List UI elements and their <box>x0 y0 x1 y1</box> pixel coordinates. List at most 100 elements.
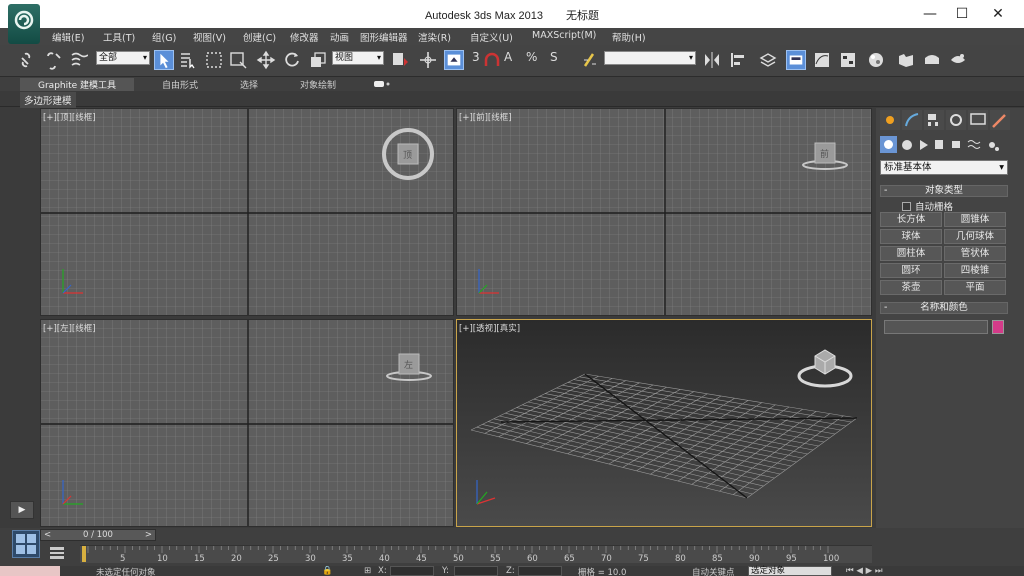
viewport-front[interactable]: [+][前][线框] 前 <box>456 108 872 316</box>
edit-named-selection-icon[interactable] <box>580 50 600 70</box>
cone-button[interactable]: 圆锥体 <box>944 212 1006 227</box>
pivot-center-icon[interactable] <box>390 50 410 70</box>
menu-edit[interactable]: 编辑(E) <box>52 30 84 44</box>
viewport-label-left[interactable]: [+][左][线框] <box>43 322 96 334</box>
helpers-icon[interactable] <box>952 141 960 148</box>
track-bar[interactable]: 5 10 15 20 25 30 35 40 45 50 55 60 65 70 75 80 85 90 95 100 <box>80 545 872 564</box>
close-button[interactable]: ✕ <box>980 0 1016 28</box>
menu-customize[interactable]: 自定义(U) <box>470 30 513 44</box>
category-dropdown[interactable]: 标准基本体 ▾ <box>880 160 1008 175</box>
lock-selection-icon[interactable]: 🔒 <box>322 566 333 576</box>
motion-tab-icon[interactable] <box>946 110 966 130</box>
time-slider-next[interactable]: > <box>145 530 152 540</box>
viewport-label-top[interactable]: [+][顶][线框] <box>43 111 96 123</box>
ribbon-options-icon[interactable] <box>374 80 392 88</box>
playback-controls[interactable]: ⏮ ◀ ▶ ⏭ <box>846 566 882 576</box>
tab-freeform[interactable]: 自由形式 <box>162 78 198 91</box>
box-button[interactable]: 长方体 <box>880 212 942 227</box>
snap-magnet-icon[interactable] <box>482 50 502 70</box>
select-by-name-icon[interactable] <box>178 50 198 70</box>
schematic-view-icon[interactable] <box>838 50 858 70</box>
shapes-icon[interactable] <box>902 140 912 150</box>
move-icon[interactable] <box>256 50 276 70</box>
menu-graph-editors[interactable]: 图形编辑器 <box>360 30 408 44</box>
cylinder-button[interactable]: 圆柱体 <box>880 246 942 261</box>
viewport-perspective[interactable]: [+][透视][真实] <box>456 319 872 527</box>
tab-object-paint[interactable]: 对象绘制 <box>300 78 336 91</box>
teapot-button[interactable]: 茶壶 <box>880 280 942 295</box>
menu-animation[interactable]: 动画 <box>330 30 349 44</box>
tab-graphite-modeling[interactable]: Graphite 建模工具 <box>20 78 135 91</box>
hierarchy-tab-icon[interactable] <box>924 110 944 130</box>
display-tab-icon[interactable] <box>968 110 988 130</box>
name-color-rollout[interactable]: - 名称和颜色 <box>880 302 1008 314</box>
align-icon[interactable] <box>728 50 748 70</box>
viewcube-top[interactable]: 顶 <box>381 127 435 181</box>
render-production-icon[interactable] <box>948 50 968 70</box>
viewcube-front[interactable]: 前 <box>797 137 853 173</box>
mini-curve-editor-icon[interactable] <box>48 545 66 561</box>
menu-rendering[interactable]: 渲染(R) <box>418 30 451 44</box>
curve-editor-icon[interactable] <box>812 50 832 70</box>
tube-button[interactable]: 管状体 <box>944 246 1006 261</box>
material-editor-icon[interactable] <box>866 50 886 70</box>
x-coordinate-field[interactable] <box>390 566 434 576</box>
app-logo-icon[interactable] <box>8 4 40 44</box>
z-coordinate-field[interactable] <box>518 566 562 576</box>
reference-coord-dropdown[interactable]: 视图 ▾ <box>332 51 384 65</box>
window-crossing-icon[interactable] <box>228 50 248 70</box>
menu-modifiers[interactable]: 修改器 <box>290 30 319 44</box>
viewport-label-perspective[interactable]: [+][透视][真实] <box>459 322 520 334</box>
time-slider[interactable]: < 0 / 100 > <box>40 529 156 541</box>
auto-key-label[interactable]: 自动关键点 <box>692 566 735 576</box>
viewport-label-front[interactable]: [+][前][线框] <box>459 111 512 123</box>
object-type-rollout[interactable]: - 对象类型 <box>880 185 1008 197</box>
maximize-button[interactable]: ☐ <box>944 0 980 28</box>
unlink-icon[interactable] <box>44 50 64 70</box>
menu-tools[interactable]: 工具(T) <box>103 30 135 44</box>
absolute-mode-icon[interactable]: ⊞ <box>364 566 371 576</box>
create-tab-icon[interactable] <box>880 110 900 130</box>
polygon-modeling-label[interactable]: 多边形建模 <box>20 92 76 108</box>
y-coordinate-field[interactable] <box>454 566 498 576</box>
object-name-input[interactable] <box>884 320 988 334</box>
menu-help[interactable]: 帮助(H) <box>612 30 646 44</box>
geometry-icon[interactable] <box>880 136 897 153</box>
space-warps-icon[interactable] <box>967 140 981 149</box>
sphere-button[interactable]: 球体 <box>880 229 942 244</box>
pyramid-button[interactable]: 四棱锥 <box>944 263 1006 278</box>
maxscript-mini-listener[interactable] <box>0 566 60 576</box>
keyboard-shortcut-override-icon[interactable] <box>444 50 464 70</box>
viewcube-left[interactable]: 左 <box>381 348 437 384</box>
graphite-ribbon-icon[interactable] <box>786 50 806 70</box>
viewport-layout-tab[interactable] <box>12 530 40 558</box>
link-icon[interactable] <box>18 50 38 70</box>
minimize-button[interactable]: — <box>912 0 948 28</box>
object-color-swatch[interactable] <box>992 320 1004 334</box>
percent-snap-toggle[interactable]: % <box>526 50 546 70</box>
menu-view[interactable]: 视图(V) <box>193 30 226 44</box>
maxscript-listener-button[interactable]: ▶ <box>10 501 34 519</box>
menu-create[interactable]: 创建(C) <box>243 30 276 44</box>
layer-manager-icon[interactable] <box>758 50 778 70</box>
key-filter-dropdown[interactable]: 选定对象 <box>748 566 832 576</box>
scale-icon[interactable] <box>308 50 328 70</box>
named-selection-set-dropdown[interactable]: ▾ <box>604 51 696 65</box>
tab-selection[interactable]: 选择 <box>240 78 258 91</box>
angle-snap-toggle[interactable]: A <box>504 50 524 70</box>
rectangular-selection-icon[interactable] <box>204 50 224 70</box>
viewcube-perspective[interactable] <box>795 342 855 392</box>
spinner-snap-toggle[interactable]: S <box>550 50 570 70</box>
rendered-frame-window-icon[interactable] <box>922 50 942 70</box>
mirror-icon[interactable] <box>702 50 722 70</box>
modify-tab-icon[interactable] <box>902 110 922 130</box>
menu-maxscript[interactable]: MAXScript(M) <box>532 30 596 41</box>
torus-button[interactable]: 圆环 <box>880 263 942 278</box>
select-manipulate-icon[interactable] <box>418 50 438 70</box>
selection-filter-dropdown[interactable]: 全部 ▾ <box>96 51 150 65</box>
autogrid-checkbox[interactable]: 自动栅格 <box>902 199 953 213</box>
viewport-left[interactable]: [+][左][线框] 左 <box>40 319 454 527</box>
lights-icon[interactable] <box>920 140 928 150</box>
render-setup-icon[interactable] <box>896 50 916 70</box>
time-slider-prev[interactable]: < <box>44 530 51 540</box>
